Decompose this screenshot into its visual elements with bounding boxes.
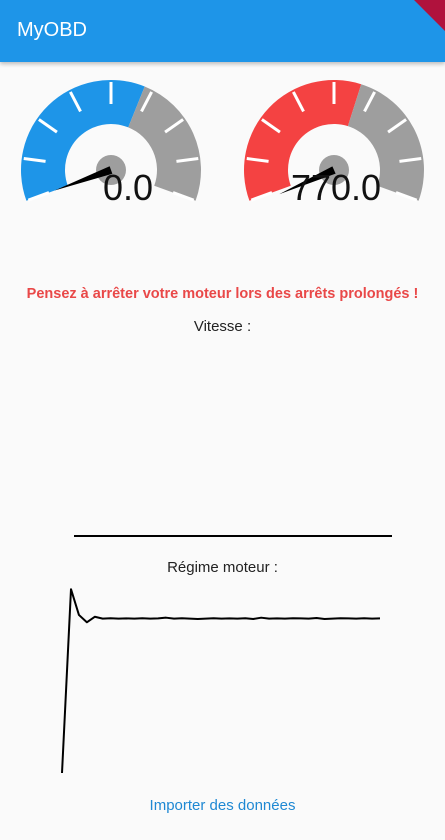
app-bar: MyOBD	[0, 0, 445, 62]
engine-warning: Pensez à arrêter votre moteur lors des a…	[26, 286, 419, 302]
speed-chart-label: Vitesse :	[193, 318, 252, 335]
gauges-row: 0.0 770.0	[0, 70, 445, 240]
rpm-chart	[61, 588, 381, 774]
import-data-button[interactable]: Importer des données	[0, 797, 445, 814]
rpm-gauge: 770.0	[244, 79, 424, 208]
chart-series-line	[61, 588, 381, 774]
debug-banner	[403, 0, 445, 32]
speed-gauge-value: 0.0	[103, 167, 153, 208]
app-title: MyOBD	[17, 19, 87, 41]
speed-chart	[74, 535, 392, 537]
speed-gauge: 0.0	[20, 80, 202, 208]
rpm-gauge-value: 770.0	[291, 167, 381, 208]
